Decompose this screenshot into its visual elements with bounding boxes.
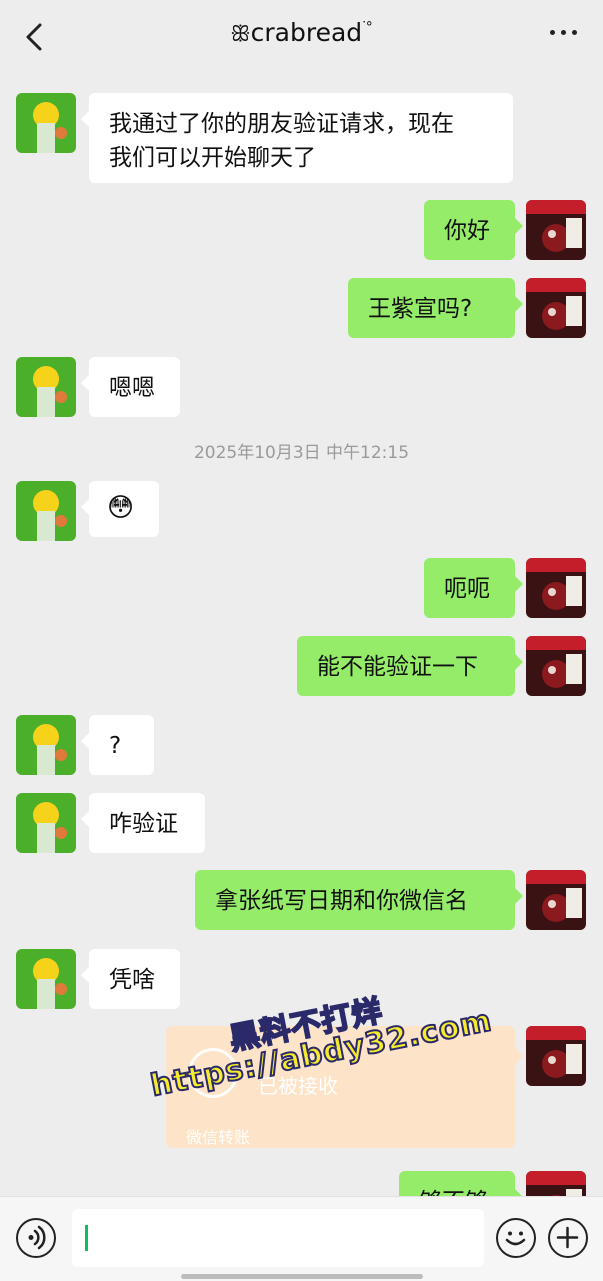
message-text: 嗯嗯 xyxy=(109,375,155,401)
voice-icon xyxy=(28,1225,46,1250)
emoji-button[interactable] xyxy=(496,1218,536,1258)
message-text: 你好 xyxy=(444,218,490,244)
message-bubble-incoming[interactable]: 凭啥 xyxy=(81,949,180,1009)
input-bar xyxy=(0,1196,603,1281)
contact-avatar[interactable] xyxy=(16,715,76,775)
message-text: 王紫宣吗? xyxy=(368,296,473,322)
contact-avatar[interactable] xyxy=(16,93,76,153)
message-input[interactable] xyxy=(72,1209,484,1267)
contact-avatar[interactable] xyxy=(16,949,76,1009)
contact-avatar[interactable] xyxy=(16,481,76,541)
emoji-icon xyxy=(505,1231,526,1246)
voice-button[interactable] xyxy=(16,1218,56,1258)
message-bubble-outgoing[interactable]: 拿张纸写日期和你微信名 xyxy=(195,870,523,930)
input-caret xyxy=(85,1225,88,1251)
home-indicator[interactable] xyxy=(181,1274,423,1279)
contact-avatar[interactable] xyxy=(16,793,76,853)
message-text: 呃呃 xyxy=(444,576,490,602)
message-text: 我通过了你的朋友验证请求，现在 我们可以开始聊天了 xyxy=(109,111,454,171)
message-timestamp: 2025年10月3日 中午12:15 xyxy=(193,443,410,463)
title-deco: ᐝ° xyxy=(362,19,373,36)
chat-header: ꕥcrabreadᐝ° xyxy=(0,0,603,74)
message-text: 咋验证 xyxy=(109,811,178,837)
message-bubble-incoming[interactable]: 😳 xyxy=(81,481,159,537)
message-text: 凭啥 xyxy=(109,967,155,993)
message-bubble-incoming[interactable]: 咋验证 xyxy=(81,793,205,853)
message-text: 能不能验证一下 xyxy=(317,654,478,680)
contact-name: crabread xyxy=(250,18,363,47)
more-functions-button[interactable] xyxy=(548,1218,588,1258)
message-text: 拿张纸写日期和你微信名 xyxy=(215,888,468,914)
more-dot xyxy=(561,30,566,35)
my-avatar[interactable] xyxy=(526,558,586,618)
contact-avatar[interactable] xyxy=(16,357,76,417)
my-avatar[interactable] xyxy=(526,636,586,696)
message-bubble-incoming[interactable]: 嗯嗯 xyxy=(81,357,180,417)
message-bubble-outgoing[interactable]: 你好 xyxy=(424,200,523,260)
my-avatar[interactable] xyxy=(526,200,586,260)
my-avatar[interactable] xyxy=(526,1026,586,1086)
my-avatar[interactable] xyxy=(526,278,586,338)
plus-icon xyxy=(556,1226,579,1249)
more-dots-icon xyxy=(550,30,555,35)
message-text: ? xyxy=(109,733,122,759)
title-flower-icon: ꕥ xyxy=(230,22,251,47)
my-avatar[interactable] xyxy=(526,870,586,930)
chat-title: ꕥcrabreadᐝ° xyxy=(0,18,603,47)
message-bubble-outgoing[interactable]: 能不能验证一下 xyxy=(297,636,523,696)
message-bubble-incoming[interactable]: ? xyxy=(81,715,154,775)
more-dot xyxy=(572,30,577,35)
transfer-footer: 微信转账 xyxy=(186,1128,251,1147)
message-bubble-outgoing[interactable]: 呃呃 xyxy=(424,558,523,618)
more-button[interactable] xyxy=(550,30,577,35)
message-bubble-incoming[interactable]: 我通过了你的朋友验证请求，现在 我们可以开始聊天了 xyxy=(81,93,513,183)
emoji-flushed: 😳 xyxy=(107,493,135,523)
message-bubble-outgoing[interactable]: 王紫宣吗? xyxy=(348,278,523,338)
